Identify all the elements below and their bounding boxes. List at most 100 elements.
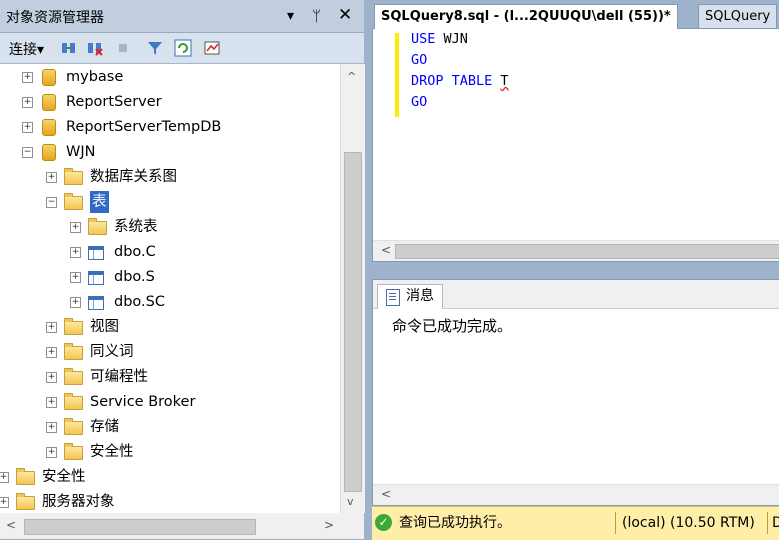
tree-node[interactable]: + 视图 bbox=[0, 316, 340, 338]
tree-node[interactable]: + 系统表 bbox=[0, 216, 340, 238]
scroll-left-arrow-icon[interactable]: < bbox=[381, 243, 391, 257]
success-check-icon: ✓ bbox=[375, 514, 392, 531]
expander-glyph: − bbox=[47, 197, 56, 207]
scroll-down-arrow-icon[interactable]: v bbox=[347, 495, 354, 508]
tree-node[interactable]: + dbo.SC bbox=[0, 291, 340, 313]
sql-keyword: USE bbox=[411, 31, 436, 47]
close-icon[interactable]: ✕ bbox=[338, 5, 352, 25]
expand-icon[interactable]: + bbox=[70, 297, 81, 308]
tab-sqlquery-other[interactable]: SQLQuery bbox=[698, 4, 778, 29]
collapse-icon[interactable]: − bbox=[22, 147, 33, 158]
code-line[interactable]: DROP TABLE T bbox=[411, 71, 509, 92]
filter-icon[interactable] bbox=[146, 39, 164, 57]
database-icon bbox=[42, 144, 56, 161]
folder-icon bbox=[88, 218, 107, 235]
tree-node[interactable]: + Service Broker bbox=[0, 391, 340, 413]
tree-node[interactable]: − 表 bbox=[0, 191, 340, 213]
code-line[interactable]: USE WJN bbox=[411, 29, 468, 50]
tree-node-label: 安全性 bbox=[42, 469, 86, 485]
expand-icon[interactable]: + bbox=[46, 447, 57, 458]
object-explorer-title: 对象资源管理器 bbox=[6, 10, 104, 26]
tree-node-label: 存储 bbox=[90, 419, 119, 435]
tree-node[interactable]: + 存储 bbox=[0, 416, 340, 438]
expand-icon[interactable]: + bbox=[46, 347, 57, 358]
tree-hscroll-thumb[interactable] bbox=[24, 519, 256, 535]
tree-node[interactable]: + ReportServer bbox=[0, 91, 340, 113]
expander-glyph: + bbox=[23, 72, 32, 82]
refresh-icon[interactable] bbox=[174, 39, 192, 57]
collapse-icon[interactable]: − bbox=[46, 197, 57, 208]
folder-icon bbox=[64, 343, 83, 360]
tree-horizontal-scrollbar[interactable]: < > bbox=[0, 513, 340, 539]
tree-scroll-thumb[interactable] bbox=[344, 152, 362, 492]
folder-icon bbox=[64, 368, 83, 385]
sql-keyword: GO bbox=[411, 94, 428, 110]
expand-icon[interactable]: + bbox=[46, 172, 57, 183]
tab-messages[interactable]: 消息 bbox=[377, 284, 443, 309]
expander-glyph: + bbox=[23, 122, 32, 132]
expander-glyph: + bbox=[23, 97, 32, 107]
activity-monitor-icon[interactable] bbox=[204, 39, 222, 57]
expand-icon[interactable]: + bbox=[46, 422, 57, 433]
tree-node[interactable]: + mybase bbox=[0, 66, 340, 88]
tree-node-label: 安全性 bbox=[90, 444, 134, 460]
results-horizontal-scrollbar[interactable]: < bbox=[373, 484, 779, 505]
expand-icon[interactable]: + bbox=[22, 122, 33, 133]
expand-icon[interactable]: + bbox=[70, 247, 81, 258]
table-icon bbox=[88, 296, 104, 310]
tree-node-label: 同义词 bbox=[90, 344, 134, 360]
sql-editor[interactable]: USE WJN GO DROP TABLE T GO < bbox=[372, 28, 779, 262]
scroll-left-arrow-icon[interactable]: < bbox=[381, 487, 391, 501]
window-position-dropdown-icon[interactable]: ▾ bbox=[287, 6, 294, 26]
tree-node[interactable]: + 安全性 bbox=[0, 466, 340, 488]
change-tracking-bar bbox=[395, 33, 399, 117]
tree-node[interactable]: + ReportServerTempDB bbox=[0, 116, 340, 138]
expand-icon[interactable]: + bbox=[70, 222, 81, 233]
editor-gutter bbox=[373, 29, 395, 261]
status-separator bbox=[767, 512, 768, 534]
stop-icon[interactable] bbox=[114, 39, 132, 57]
status-server: (local) (10.50 RTM) bbox=[622, 515, 755, 531]
tree-node-label: 表 bbox=[90, 191, 109, 213]
pin-icon[interactable]: ᛘ bbox=[312, 6, 321, 26]
expand-icon[interactable]: + bbox=[46, 397, 57, 408]
tree-node[interactable]: + dbo.C bbox=[0, 241, 340, 263]
scroll-left-arrow-icon[interactable]: < bbox=[6, 518, 16, 532]
tree-node[interactable]: − WJN bbox=[0, 141, 340, 163]
database-icon bbox=[42, 69, 56, 86]
tab-sqlquery8[interactable]: SQLQuery8.sql - (l...2QUUQU\dell (55))* bbox=[374, 4, 678, 29]
expand-icon[interactable]: + bbox=[22, 72, 33, 83]
folder-icon bbox=[64, 418, 83, 435]
tree-node[interactable]: + 同义词 bbox=[0, 341, 340, 363]
editor-horizontal-scrollbar[interactable]: < bbox=[373, 240, 779, 261]
expand-icon[interactable]: + bbox=[22, 97, 33, 108]
scroll-up-arrow-icon[interactable]: ^ bbox=[347, 70, 356, 83]
table-icon bbox=[88, 246, 104, 260]
code-line[interactable]: GO bbox=[411, 92, 427, 113]
folder-icon bbox=[64, 393, 83, 410]
tree-node-label: dbo.SC bbox=[114, 294, 165, 310]
tree-node[interactable]: + 数据库关系图 bbox=[0, 166, 340, 188]
tree-node[interactable]: + 可编程性 bbox=[0, 366, 340, 388]
expand-icon[interactable]: + bbox=[70, 272, 81, 283]
tree-vertical-scrollbar[interactable]: ^ v bbox=[340, 64, 365, 513]
expander-glyph: + bbox=[47, 447, 56, 457]
tree-node[interactable]: + 服务器对象 bbox=[0, 491, 340, 513]
code-line[interactable]: GO bbox=[411, 50, 427, 71]
tree-node[interactable]: + 安全性 bbox=[0, 441, 340, 463]
disconnect-icon[interactable] bbox=[86, 39, 104, 57]
tree-node[interactable]: + dbo.S bbox=[0, 266, 340, 288]
expander-glyph: − bbox=[23, 147, 32, 157]
expand-icon[interactable]: + bbox=[46, 322, 57, 333]
connect-button[interactable]: 连接▾ bbox=[9, 39, 44, 59]
expander-glyph: + bbox=[71, 272, 80, 282]
tab-messages-label: 消息 bbox=[406, 288, 434, 304]
editor-hscroll-thumb[interactable] bbox=[395, 244, 779, 259]
status-text: 查询已成功执行。 bbox=[399, 515, 511, 531]
connect-icon[interactable] bbox=[60, 39, 78, 57]
expand-icon[interactable]: + bbox=[0, 472, 9, 483]
expand-icon[interactable]: + bbox=[46, 372, 57, 383]
tree-node-label: 数据库关系图 bbox=[90, 169, 177, 185]
scroll-right-arrow-icon[interactable]: > bbox=[324, 518, 334, 532]
expand-icon[interactable]: + bbox=[0, 497, 9, 508]
